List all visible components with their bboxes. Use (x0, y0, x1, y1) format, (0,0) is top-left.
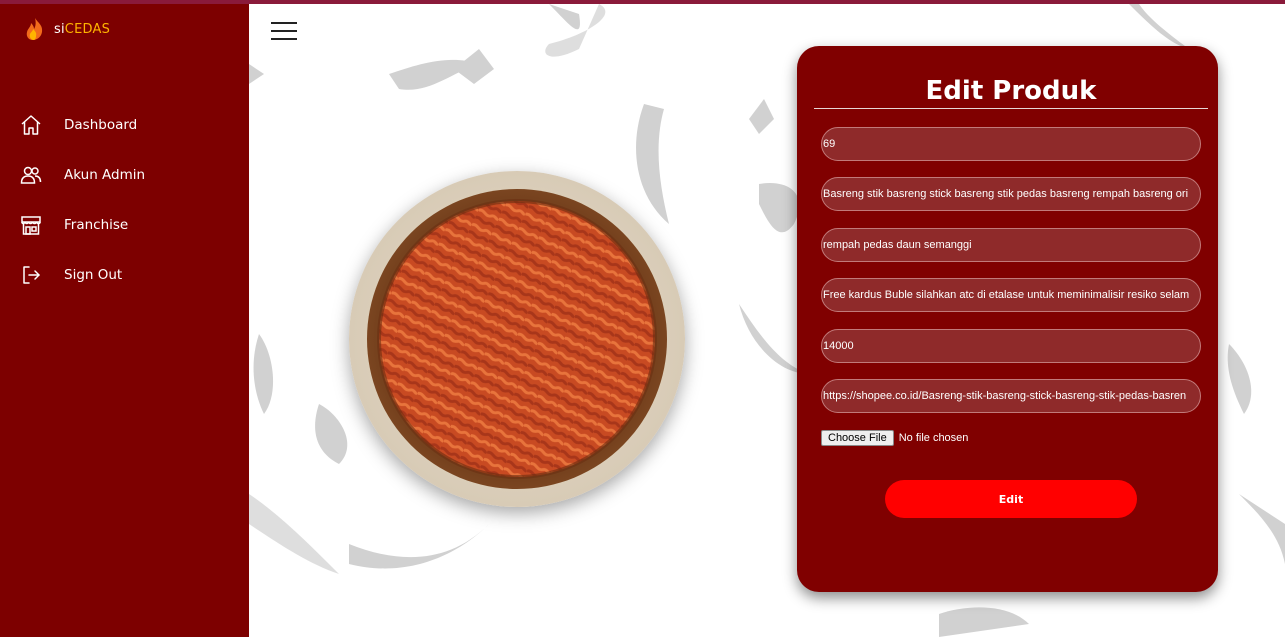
product-name-field[interactable]: Basreng stik basreng stick basreng stik … (821, 177, 1201, 211)
product-description-field[interactable]: Free kardus Buble silahkan atc di etalas… (821, 278, 1201, 312)
sidebar-item-akun-admin[interactable]: Akun Admin (0, 150, 249, 200)
sidebar-item-dashboard[interactable]: Dashboard (0, 100, 249, 150)
sidebar-item-label: Franchise (64, 217, 129, 233)
sidebar-item-label: Akun Admin (64, 167, 146, 183)
edit-product-card: Edit Produk 69 Basreng stik basreng stic… (797, 46, 1218, 592)
brand-name: siCEDAS (54, 21, 111, 37)
sidebar-item-label: Sign Out (64, 267, 123, 283)
file-input: Choose File No file chosen (821, 430, 968, 446)
product-variant-field[interactable]: rempah pedas daun semanggi (821, 228, 1201, 262)
store-icon (20, 214, 42, 236)
product-id-field[interactable]: 69 (821, 127, 1201, 161)
choose-file-button[interactable]: Choose File (821, 430, 894, 446)
edit-submit-button[interactable]: Edit (885, 480, 1137, 518)
hamburger-menu-icon[interactable] (271, 22, 297, 42)
sidebar-nav: Dashboard Akun Admin Franchise Sign Out (0, 100, 249, 300)
brand-logo[interactable]: siCEDAS (22, 16, 110, 42)
sidebar: siCEDAS Dashboard Akun Admin Franchise S… (0, 4, 249, 637)
page-title: Edit Produk (814, 76, 1208, 109)
users-icon (20, 164, 42, 186)
product-image (349, 171, 685, 507)
product-link-field[interactable]: https://shopee.co.id/Basreng-stik-basren… (821, 379, 1201, 413)
product-price-field[interactable]: 14000 (821, 329, 1201, 363)
home-icon (20, 114, 42, 136)
flame-icon (26, 18, 43, 40)
file-status-text: No file chosen (898, 432, 969, 444)
sign-out-icon (20, 264, 42, 286)
sidebar-item-label: Dashboard (64, 117, 138, 133)
sidebar-item-franchise[interactable]: Franchise (0, 200, 249, 250)
main-content: Edit Produk 69 Basreng stik basreng stic… (249, 4, 1285, 637)
sidebar-item-sign-out[interactable]: Sign Out (0, 250, 249, 300)
